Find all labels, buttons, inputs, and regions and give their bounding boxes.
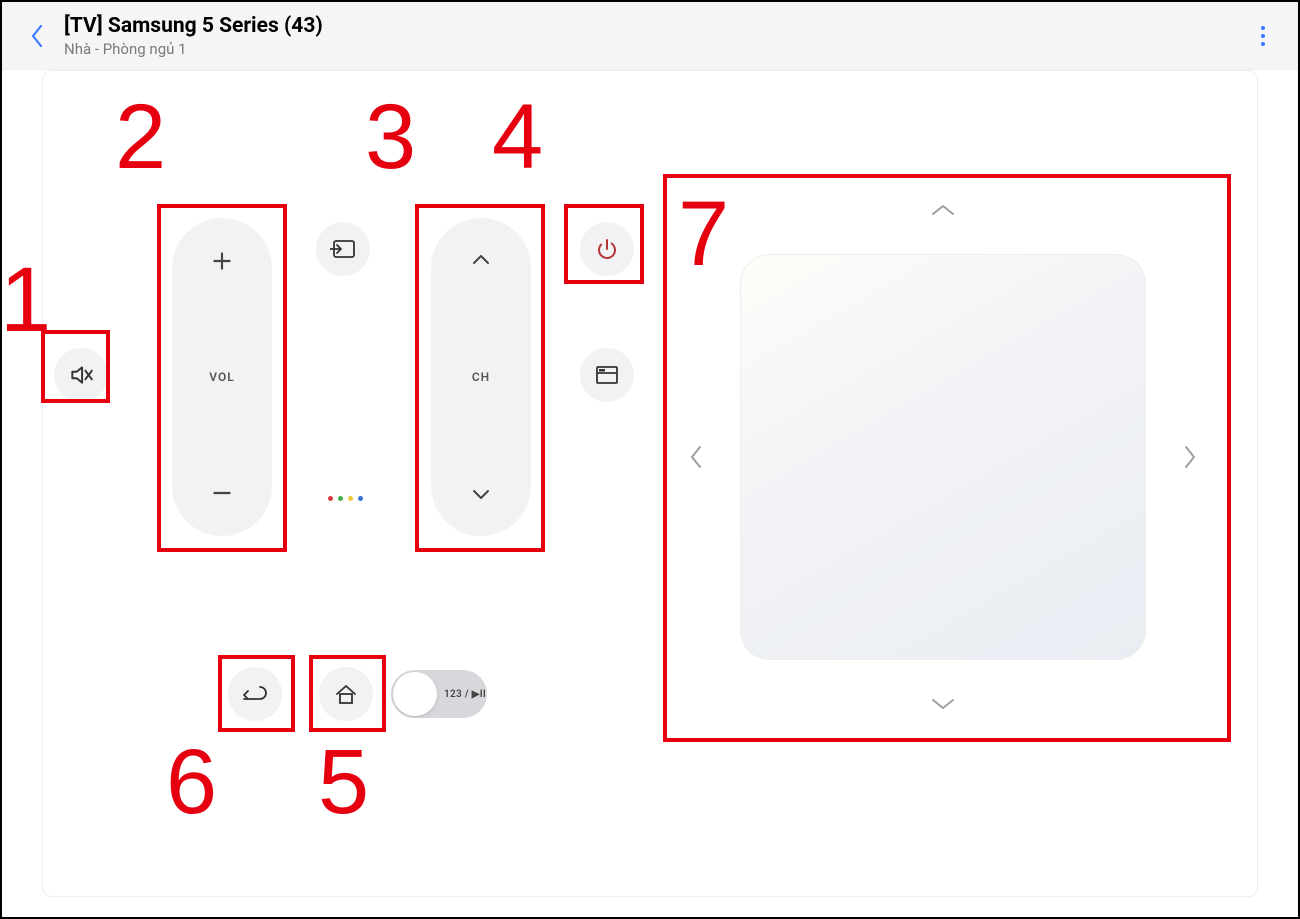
guide-button[interactable]: [580, 348, 634, 402]
blue-dot-icon: [358, 496, 363, 501]
home-icon: [334, 682, 358, 706]
mute-icon: [68, 362, 94, 388]
color-dots-button[interactable]: [328, 496, 363, 501]
chevron-right-icon: [1182, 444, 1198, 470]
toggle-knob: [393, 672, 437, 716]
source-button[interactable]: [316, 222, 370, 276]
power-button[interactable]: [580, 222, 634, 276]
red-dot-icon: [328, 496, 333, 501]
volume-down-button[interactable]: [209, 480, 235, 506]
content-area: VOL CH: [2, 70, 1298, 917]
numpad-toggle[interactable]: 123 / ▶II: [391, 670, 487, 718]
home-button[interactable]: [319, 667, 373, 721]
dpad-down-button[interactable]: [930, 696, 956, 712]
more-vertical-icon: [1261, 26, 1265, 30]
source-input-icon: [330, 239, 356, 259]
direction-pad-center[interactable]: [740, 254, 1146, 660]
dpad-up-button[interactable]: [930, 202, 956, 218]
back-button[interactable]: [22, 21, 52, 51]
channel-label: CH: [472, 370, 490, 384]
channel-down-button[interactable]: [469, 482, 493, 506]
volume-rocker: VOL: [172, 218, 272, 536]
chevron-down-icon: [930, 696, 956, 712]
power-icon: [595, 237, 619, 261]
channel-rocker: CH: [431, 218, 531, 536]
chevron-left-icon: [688, 444, 704, 470]
direction-pad: [668, 182, 1218, 732]
plus-icon: [209, 248, 235, 274]
minus-icon: [209, 480, 235, 506]
header: [TV] Samsung 5 Series (43) Nhà - Phòng n…: [2, 2, 1298, 70]
green-dot-icon: [338, 496, 343, 501]
device-title: [TV] Samsung 5 Series (43): [64, 14, 1248, 38]
channel-up-button[interactable]: [469, 248, 493, 272]
chevron-up-icon: [930, 202, 956, 218]
dpad-left-button[interactable]: [688, 444, 704, 470]
chevron-up-icon: [469, 248, 493, 272]
mute-button[interactable]: [54, 348, 108, 402]
toggle-label: 123 / ▶II: [444, 689, 486, 700]
return-icon: [242, 683, 268, 705]
volume-up-button[interactable]: [209, 248, 235, 274]
device-location: Nhà - Phòng ngủ 1: [64, 40, 1248, 58]
dpad-right-button[interactable]: [1182, 444, 1198, 470]
guide-icon: [595, 365, 619, 385]
return-button[interactable]: [228, 667, 282, 721]
yellow-dot-icon: [348, 496, 353, 501]
more-options-button[interactable]: [1248, 21, 1278, 51]
header-text: [TV] Samsung 5 Series (43) Nhà - Phòng n…: [64, 14, 1248, 58]
volume-label: VOL: [209, 370, 234, 384]
chevron-left-icon: [29, 23, 45, 49]
chevron-down-icon: [469, 482, 493, 506]
